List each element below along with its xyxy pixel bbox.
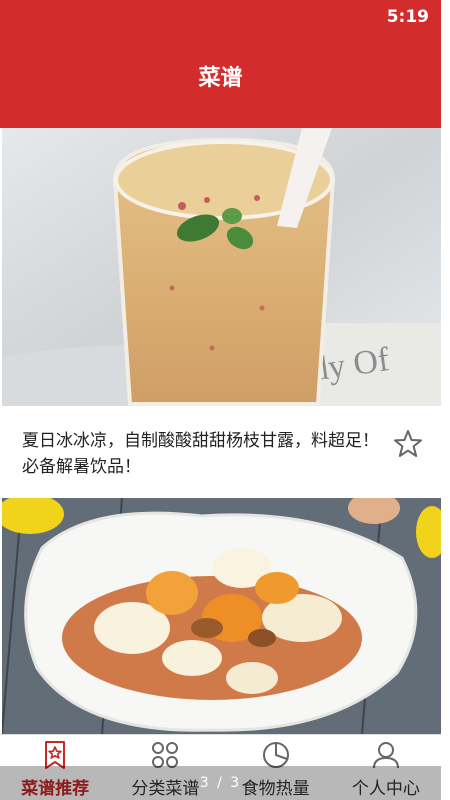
tab-personal-center[interactable]: 个人中心 bbox=[331, 735, 441, 800]
status-bar: 5:19 bbox=[0, 0, 441, 34]
star-outline-icon[interactable] bbox=[392, 428, 424, 460]
tab-label: 食物热量 bbox=[241, 779, 310, 799]
recipe-title[interactable]: 夏日冰冰凉，自制酸酸甜甜杨枝甘露，料超足！必备解暑饮品！ bbox=[22, 428, 382, 480]
tab-label: 个人中心 bbox=[351, 779, 420, 799]
recipe-image-eggs[interactable] bbox=[2, 498, 441, 734]
grid-icon bbox=[152, 742, 179, 768]
app-header: 菜谱 bbox=[0, 34, 441, 128]
tab-food-calories[interactable]: 食物热量 bbox=[221, 735, 331, 800]
user-icon bbox=[372, 742, 399, 769]
tab-recipe-recommend[interactable]: 菜谱推荐 bbox=[0, 735, 110, 800]
bookmark-star-icon bbox=[45, 741, 66, 769]
tab-label: 菜谱推荐 bbox=[21, 779, 90, 799]
status-time: 5:19 bbox=[386, 7, 429, 27]
screen-edge bbox=[441, 0, 450, 800]
page-title: 菜谱 bbox=[198, 66, 243, 91]
pie-chart-icon bbox=[262, 742, 289, 768]
recipe-feed[interactable]: dy Of 夏日冰冰凉，自制酸酸甜甜杨枝甘露，料超足！必备解暑饮品！ bbox=[2, 128, 441, 734]
recipe-card[interactable]: 夏日冰冰凉，自制酸酸甜甜杨枝甘露，料超足！必备解暑饮品！ bbox=[2, 406, 441, 498]
bottom-tab-bar: 菜谱推荐 分类菜谱 食物热量 个人中心 bbox=[0, 734, 441, 800]
tab-label: 分类菜谱 bbox=[131, 779, 200, 799]
recipe-image-drink[interactable]: dy Of bbox=[2, 128, 441, 406]
tab-category-recipes[interactable]: 分类菜谱 bbox=[110, 735, 220, 800]
